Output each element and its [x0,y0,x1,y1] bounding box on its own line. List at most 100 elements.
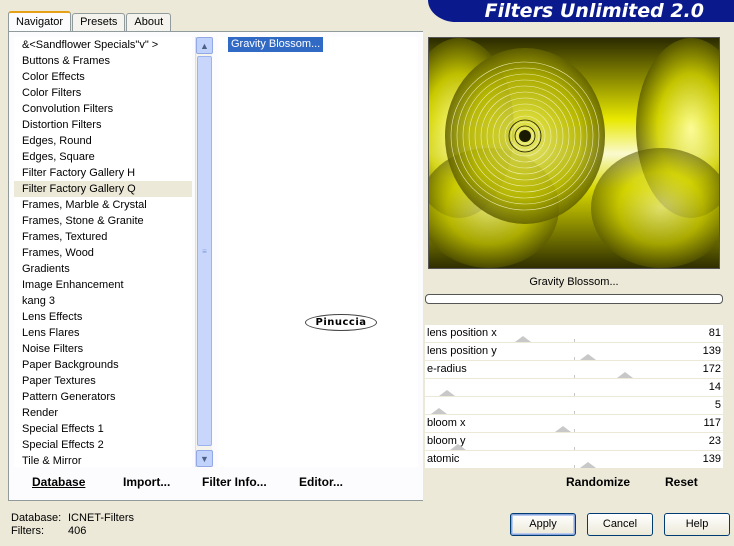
slider-midpoint-tick [574,447,575,450]
category-item[interactable]: Color Effects [14,69,192,85]
category-item[interactable]: Frames, Stone & Granite [14,213,192,229]
help-button[interactable]: Help [664,513,730,536]
parameter-slider[interactable]: lens position y 139 [425,343,723,361]
import-label: Import... [123,475,171,489]
slider-thumb[interactable] [450,444,466,450]
parameter-value: 5 [714,399,721,411]
category-item[interactable]: Frames, Marble & Crystal [14,197,192,213]
slider-thumb[interactable] [431,408,447,414]
parameter-value: 23 [708,435,721,447]
category-item[interactable]: Filter Factory Gallery H [14,165,192,181]
category-item[interactable]: Special Effects 2 [14,437,192,453]
category-item[interactable]: Frames, Textured [14,229,192,245]
parameter-value: 139 [702,453,721,465]
filter-item-selected[interactable]: Gravity Blossom... [228,37,324,52]
category-item[interactable]: Pattern Generators [14,389,192,405]
grip-icon: ≡ [202,246,207,256]
category-item[interactable]: Buttons & Frames [14,53,192,69]
database-label: Database [32,475,86,489]
category-scrollbar[interactable]: ▲ ≡ ▼ [195,37,213,467]
category-item[interactable]: Paper Textures [14,373,192,389]
bottom-toolbar: Database Import... Filter Info... Editor… [14,470,418,498]
parameter-slider[interactable]: bloom x 117 [425,415,723,433]
tab-presets[interactable]: Presets [72,13,126,32]
category-item[interactable]: Filter Factory Gallery Q [14,181,192,197]
cancel-button[interactable]: Cancel [587,513,653,536]
database-button[interactable]: Database [32,475,85,489]
filters-count-value: 406 [68,525,87,537]
tab-navigator[interactable]: Navigator [8,11,72,33]
category-item[interactable]: Special Effects 1 [14,421,192,437]
parameter-value: 139 [702,345,721,357]
gravity-blossom-preview [429,38,719,268]
preview-image [428,37,720,269]
slider-thumb[interactable] [580,462,596,468]
parameter-label: lens position x [427,327,497,339]
parameter-slider[interactable]: e-radius 172 [425,361,723,379]
parameter-slider[interactable]: lens position x 81 [425,325,723,343]
category-item[interactable]: Frames, Wood [14,245,192,261]
scroll-down-button[interactable]: ▼ [196,450,213,467]
parameter-label: bloom x [427,417,466,429]
tab-bar: Navigator Presets About [8,10,172,33]
slider-thumb[interactable] [580,354,596,360]
category-item[interactable]: Image Enhancement [14,277,192,293]
slider-midpoint-tick [574,411,575,414]
slider-thumb[interactable] [515,336,531,342]
parameter-slider[interactable]: 14 [425,379,723,397]
category-item[interactable]: Tile & Mirror [14,453,192,467]
tab-about[interactable]: About [126,13,172,32]
category-item[interactable]: Edges, Square [14,149,192,165]
app-title-banner: Filters Unlimited 2.0 [428,0,734,22]
parameter-value: 172 [702,363,721,375]
progress-bar [425,294,723,304]
database-info-label: Database: [11,512,62,524]
parameter-slider[interactable]: 5 [425,397,723,415]
filter-list[interactable]: Gravity Blossom... Pinuccia [218,37,418,467]
slider-midpoint-tick [574,375,575,378]
parameter-label: lens position y [427,345,497,357]
category-item[interactable]: Paper Backgrounds [14,357,192,373]
editor-button[interactable]: Editor... [299,475,343,489]
parameter-value: 14 [708,381,721,393]
randomize-button[interactable]: Randomize [566,475,630,489]
database-info: Database: ICNET-Filters Filters: 406 [11,512,134,538]
category-item[interactable]: Render [14,405,192,421]
slider-thumb[interactable] [555,426,571,432]
category-item[interactable]: kang 3 [14,293,192,309]
app-title: Filters Unlimited 2.0 [484,0,704,22]
parameter-slider[interactable]: atomic 139 [425,451,723,469]
category-item[interactable]: Color Filters [14,85,192,101]
category-item[interactable]: Lens Effects [14,309,192,325]
filter-info-button[interactable]: Filter Info... [202,475,267,489]
watermark-logo: Pinuccia [305,314,377,331]
parameter-label: atomic [427,453,460,465]
scroll-up-button[interactable]: ▲ [196,37,213,54]
parameter-slider[interactable]: bloom y 23 [425,433,723,451]
reset-button[interactable]: Reset [665,475,698,489]
slider-midpoint-tick [574,339,575,342]
apply-button[interactable]: Apply [510,513,576,536]
import-button[interactable]: Import... [123,475,170,489]
slider-thumb[interactable] [617,372,633,378]
category-item[interactable]: &<Sandflower Specials"v" > [14,37,192,53]
category-item[interactable]: Lens Flares [14,325,192,341]
chevron-up-icon: ▲ [200,40,209,51]
slider-midpoint-tick [574,465,575,468]
category-item[interactable]: Noise Filters [14,341,192,357]
slider-midpoint-tick [574,357,575,360]
parameter-value: 117 [703,417,721,429]
category-item[interactable]: Distortion Filters [14,117,192,133]
filters-count-label: Filters: [11,525,44,537]
chevron-down-icon: ▼ [200,453,209,464]
preview-filter-name: Gravity Blossom... [529,276,619,288]
category-item[interactable]: Gradients [14,261,192,277]
category-item[interactable]: Edges, Round [14,133,192,149]
scroll-thumb[interactable]: ≡ [197,56,212,446]
parameter-label: e-radius [427,363,467,375]
category-item[interactable]: Convolution Filters [14,101,192,117]
filter-info-label: Filter Info... [202,475,267,489]
category-list[interactable]: &<Sandflower Specials"v" > Buttons & Fram… [14,37,192,467]
slider-thumb[interactable] [439,390,455,396]
parameter-sliders: lens position x 81 lens position y 139 e-rad… [425,325,723,469]
